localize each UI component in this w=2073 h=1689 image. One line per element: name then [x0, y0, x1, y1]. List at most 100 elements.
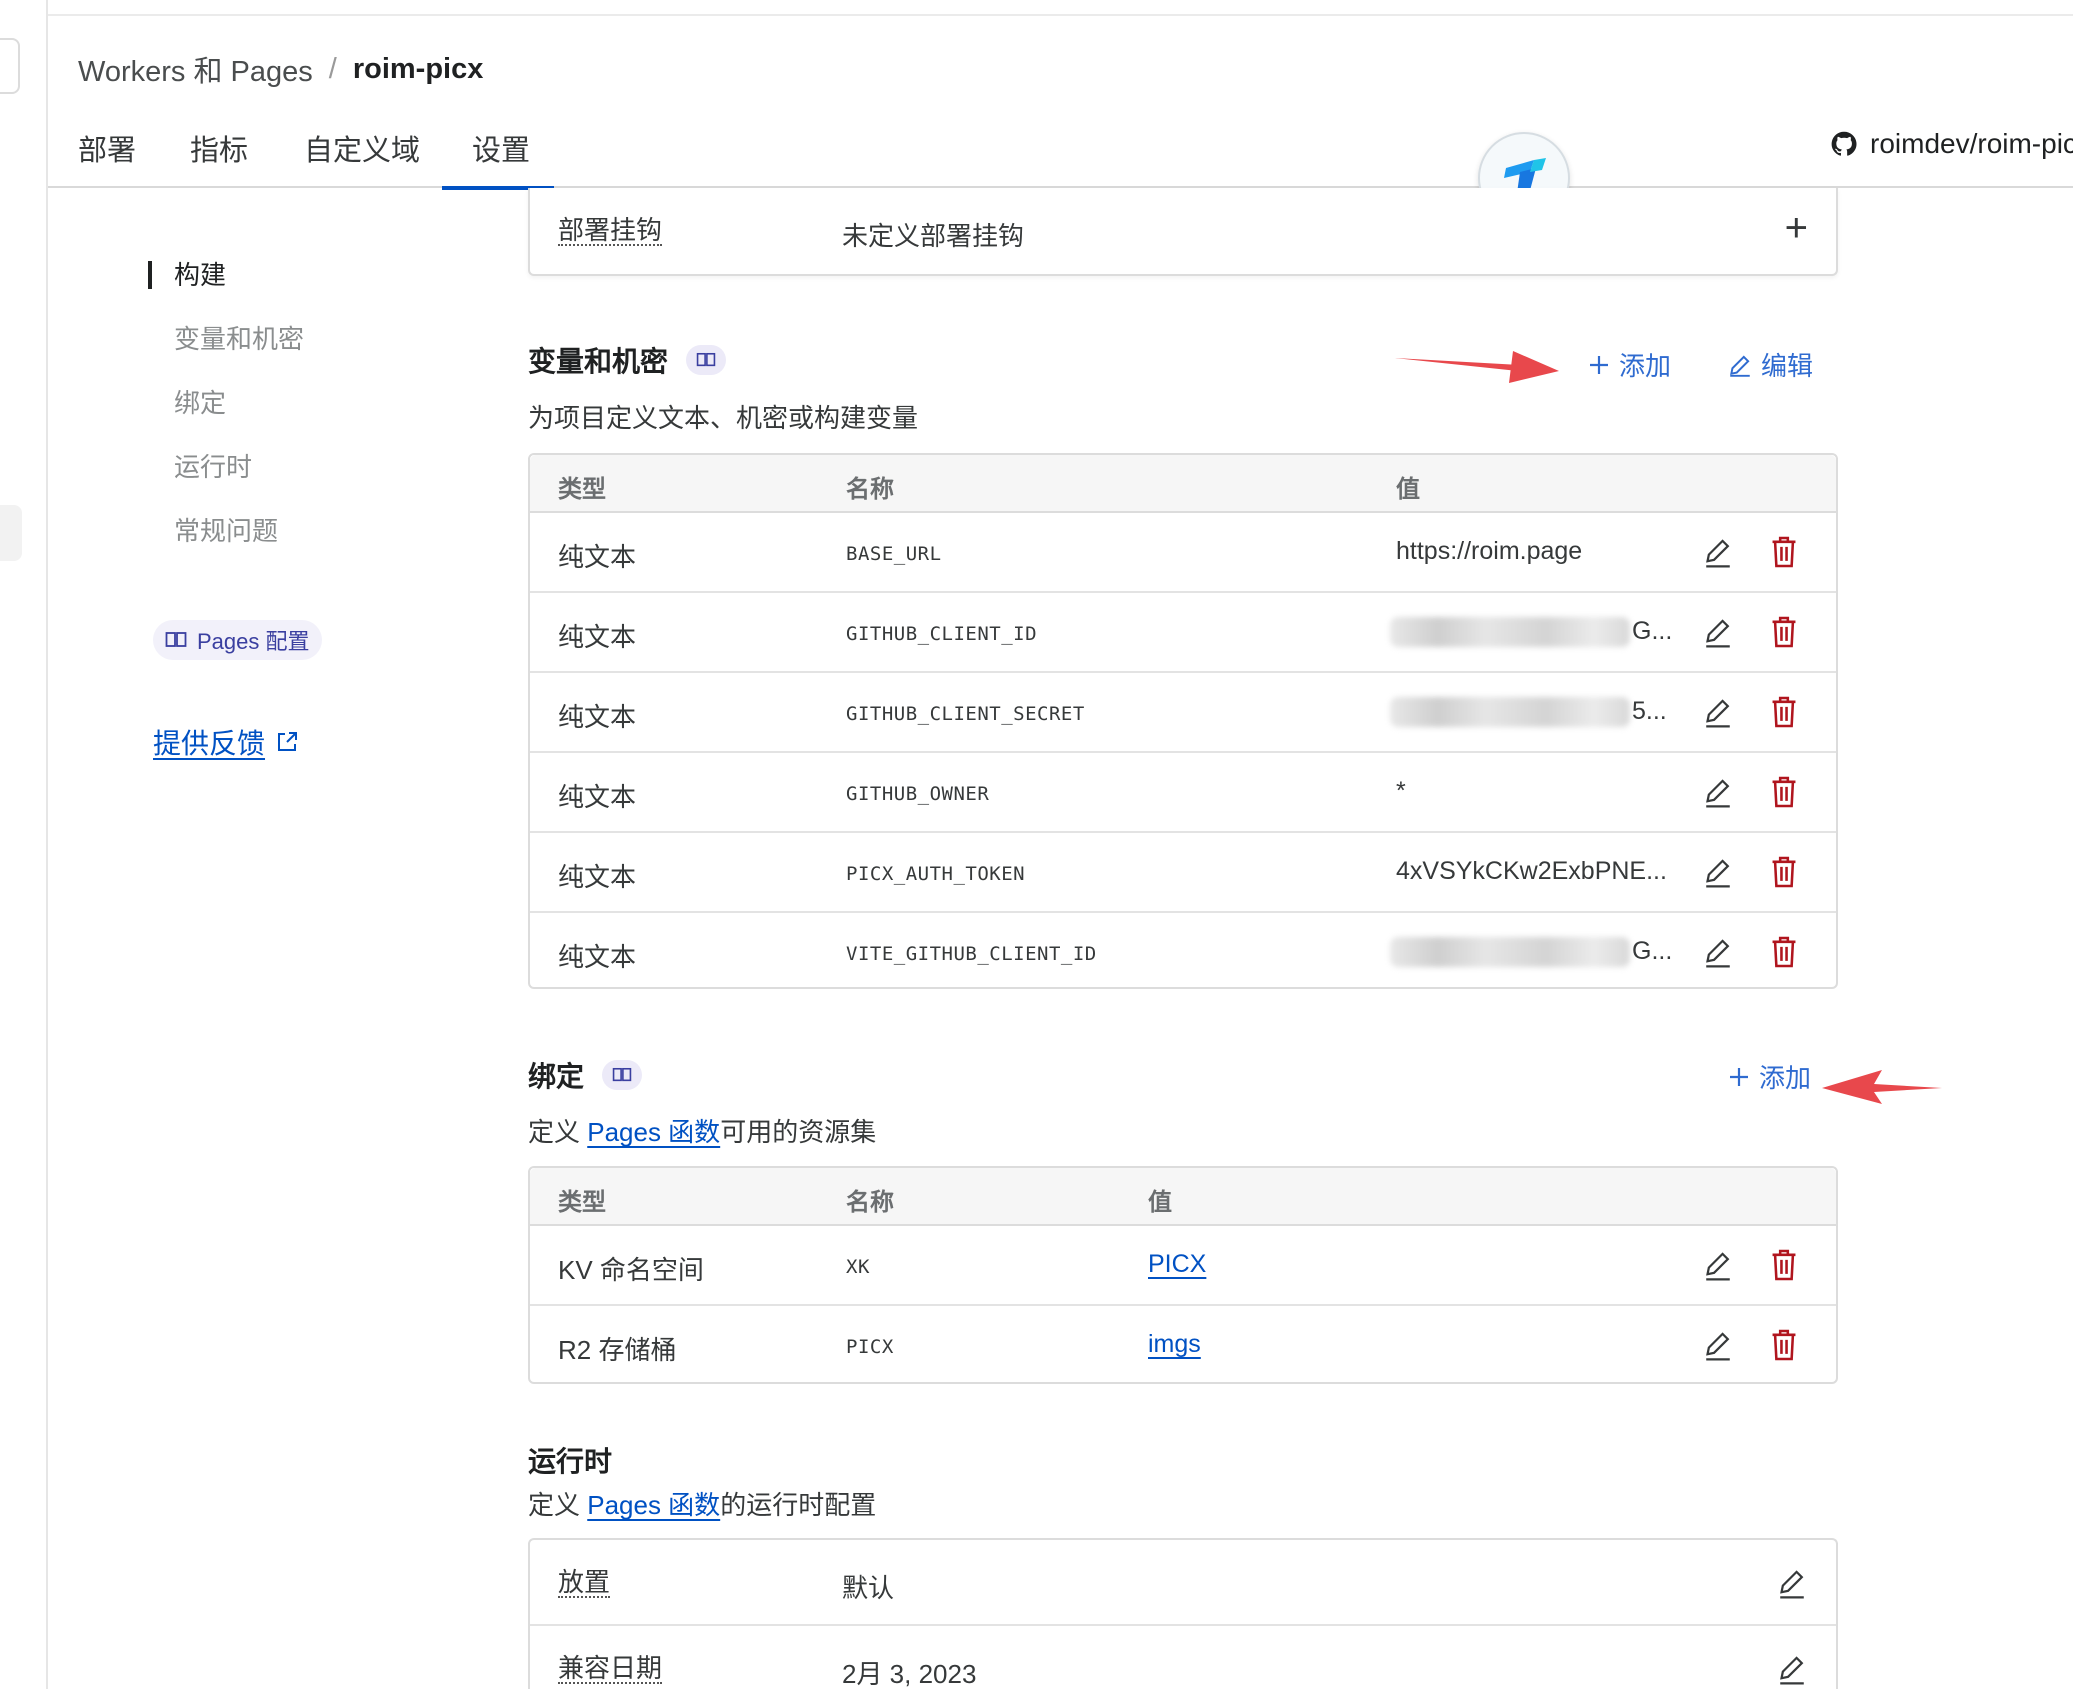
col-type: 类型 — [558, 476, 606, 503]
variables-description: 为项目定义文本、机密或构建变量 — [528, 403, 919, 433]
delete-trash-icon[interactable] — [1770, 855, 1798, 889]
bindings-docs-badge[interactable] — [602, 1060, 643, 1090]
side-nav-variables[interactable]: 变量和机密 — [148, 319, 304, 383]
cell-type: 纯文本 — [558, 702, 637, 732]
runtime-placement-value: 默认 — [842, 1573, 895, 1603]
breadcrumb-separator: / — [328, 52, 337, 85]
cell-value-link[interactable]: imgs — [1148, 1330, 1201, 1359]
variables-add-button[interactable]: 添加 — [1587, 346, 1671, 383]
pages-config-badge[interactable]: Pages 配置 — [153, 620, 322, 660]
pencil-icon[interactable] — [1776, 1652, 1808, 1686]
variables-title: 变量和机密 — [528, 346, 669, 377]
table-row: 纯文本 VITE_GITHUB_CLIENT_ID G... — [530, 913, 1836, 993]
cell-name: XK — [846, 1256, 870, 1278]
table-row: 纯文本 PICX_AUTH_TOKEN 4xVSYkCKw2ExbPNE... — [530, 833, 1836, 913]
delete-trash-icon[interactable] — [1770, 775, 1798, 809]
table-row: 纯文本 GITHUB_OWNER * — [530, 753, 1836, 833]
edit-pencil-icon[interactable] — [1702, 1328, 1734, 1362]
pencil-icon[interactable] — [1776, 1566, 1808, 1600]
col-name: 名称 — [846, 476, 894, 503]
deploy-hook-value: 未定义部署挂钩 — [842, 221, 1025, 251]
book-icon — [612, 1067, 632, 1082]
edit-pencil-icon[interactable] — [1702, 1248, 1734, 1282]
delete-trash-icon[interactable] — [1770, 935, 1798, 969]
edit-pencil-icon[interactable] — [1702, 855, 1734, 889]
edit-pencil-icon[interactable] — [1702, 935, 1734, 969]
cell-value-link[interactable]: PICX — [1148, 1250, 1206, 1279]
cell-value-suffix: G... — [1632, 937, 1673, 965]
delete-trash-icon[interactable] — [1770, 615, 1798, 649]
edit-pencil-icon[interactable] — [1702, 775, 1734, 809]
rail-selected-item[interactable] — [0, 505, 22, 561]
book-icon — [165, 632, 187, 647]
cell-type: R2 存储桶 — [558, 1335, 677, 1365]
cell-type: KV 命名空间 — [558, 1255, 704, 1285]
plus-icon — [1590, 355, 1608, 374]
tab-bar: 部署 指标 自定义域 设置 — [48, 118, 2073, 190]
cell-type: 纯文本 — [558, 942, 637, 972]
edit-pencil-icon[interactable] — [1702, 695, 1734, 729]
repo-link[interactable]: roimdev/roim-pic — [1830, 128, 2073, 160]
cell-value-suffix: G... — [1632, 617, 1673, 645]
cell-type: 纯文本 — [558, 782, 637, 812]
cell-value-suffix: 5... — [1632, 697, 1667, 725]
redacted-value-blur — [1390, 697, 1630, 727]
variables-section-title: 变量和机密 — [528, 340, 727, 380]
table-row: 纯文本 GITHUB_CLIENT_SECRET 5... — [530, 673, 1836, 753]
top-divider — [48, 14, 2073, 16]
runtime-placement-label: 放置 — [558, 1567, 611, 1598]
bindings-pages-functions-link[interactable]: Pages 函数 — [587, 1117, 720, 1147]
delete-trash-icon[interactable] — [1770, 1328, 1798, 1362]
variables-docs-badge[interactable] — [686, 345, 727, 375]
cell-value: * — [1396, 777, 1406, 805]
tab-deployments[interactable]: 部署 — [78, 126, 136, 188]
side-nav-runtime[interactable]: 运行时 — [148, 447, 304, 511]
feedback-link[interactable]: 提供反馈 — [153, 722, 299, 762]
tab-metrics[interactable]: 指标 — [190, 126, 248, 188]
external-link-icon — [278, 732, 298, 751]
edit-pencil-icon[interactable] — [1702, 535, 1734, 569]
delete-trash-icon[interactable] — [1770, 695, 1798, 729]
runtime-compat-date-value: 2月 3, 2023 — [842, 1659, 977, 1689]
side-nav-faq[interactable]: 常规问题 — [148, 511, 304, 575]
col-value: 值 — [1396, 476, 1420, 503]
table-row: R2 存储桶 PICX imgs — [530, 1306, 1836, 1386]
add-deploy-hook-button[interactable]: + — [1785, 204, 1808, 252]
runtime-section-title: 运行时 — [528, 1440, 612, 1480]
runtime-desc-prefix: 定义 — [528, 1490, 588, 1520]
side-nav-build[interactable]: 构建 — [148, 255, 304, 319]
cell-name: PICX_AUTH_TOKEN — [846, 863, 1026, 885]
runtime-row: 兼容日期 2月 3, 2023 — [530, 1626, 1836, 1689]
deploy-hook-label: 部署挂钩 — [558, 215, 663, 246]
redacted-value-blur — [1390, 937, 1630, 967]
variables-table: 类型 名称 值 纯文本 BASE_URL https://roim.page 纯文本 G… — [528, 453, 1838, 989]
bindings-add-label: 添加 — [1759, 1063, 1812, 1093]
breadcrumb-parent[interactable]: Workers 和 Pages — [78, 48, 313, 90]
variables-edit-button[interactable]: 编辑 — [1727, 346, 1813, 383]
pencil-icon — [1730, 354, 1750, 377]
delete-trash-icon[interactable] — [1770, 1248, 1798, 1282]
rail-toggle[interactable] — [0, 38, 20, 94]
edit-pencil-icon[interactable] — [1702, 615, 1734, 649]
runtime-card: 放置 默认 兼容日期 2月 3, 2023 — [528, 1538, 1838, 1689]
bindings-table: 类型 名称 值 KV 命名空间 XK PICX R2 存储桶 PICX imgs — [528, 1166, 1838, 1384]
tab-settings[interactable]: 设置 — [441, 126, 555, 190]
tab-custom-domains[interactable]: 自定义域 — [304, 126, 420, 188]
table-row: 纯文本 BASE_URL https://roim.page — [530, 513, 1836, 593]
cell-type: 纯文本 — [558, 862, 637, 892]
bindings-title: 绑定 — [528, 1061, 585, 1092]
redacted-value-blur — [1390, 617, 1630, 647]
col-value: 值 — [1148, 1189, 1172, 1216]
side-nav-bindings[interactable]: 绑定 — [148, 383, 304, 447]
pages-config-label: Pages 配置 — [197, 629, 310, 654]
repo-label: roimdev/roim-pic — [1870, 128, 2073, 159]
side-nav: 构建 变量和机密 绑定 运行时 常规问题 — [148, 255, 304, 575]
runtime-row: 放置 默认 — [530, 1540, 1836, 1626]
col-type: 类型 — [558, 1189, 606, 1216]
runtime-pages-functions-link[interactable]: Pages 函数 — [587, 1490, 720, 1520]
breadcrumb: Workers 和 Pages / roim-picx — [78, 48, 483, 90]
delete-trash-icon[interactable] — [1770, 535, 1798, 569]
cell-name: GITHUB_OWNER — [846, 783, 990, 805]
bindings-add-button[interactable]: 添加 — [1727, 1058, 1811, 1095]
runtime-desc-suffix: 的运行时配置 — [720, 1490, 877, 1520]
